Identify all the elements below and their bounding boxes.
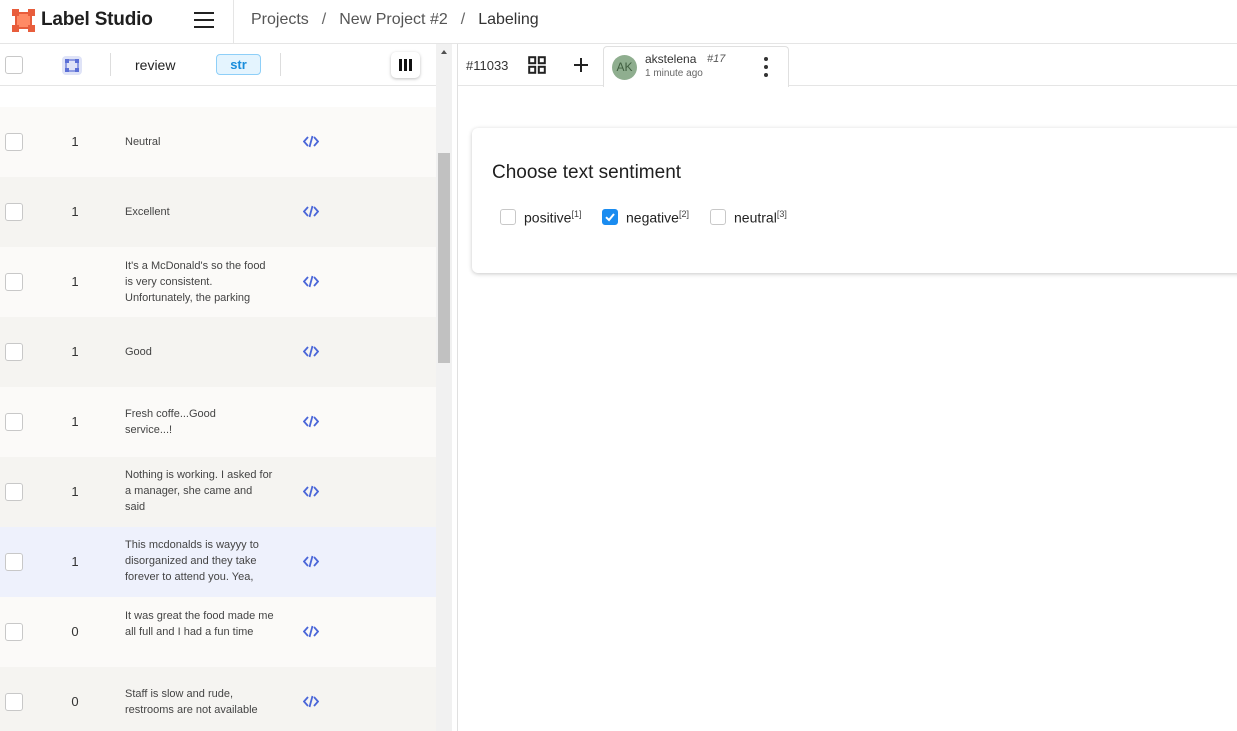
code-icon[interactable] — [303, 275, 319, 288]
top-bar: Label Studio Projects / New Project #2 /… — [0, 0, 1237, 44]
code-icon[interactable] — [303, 345, 319, 358]
labeling-panel: #11033 AK akstelena #17 1 minute ago Cho… — [458, 44, 1237, 731]
row-value: 1 — [71, 204, 79, 219]
table-row[interactable]: 1 Good — [0, 317, 436, 387]
row-checkbox[interactable] — [5, 343, 23, 361]
choice-label: positive[1] — [524, 209, 582, 226]
table-row[interactable]: 0 It was great the food made me all full… — [0, 597, 436, 667]
table-row[interactable]: 1 Neutral — [0, 107, 436, 177]
annotation-column-icon[interactable] — [62, 56, 82, 75]
label-studio-logo-icon — [12, 8, 35, 32]
row-value: 0 — [71, 624, 79, 639]
row-checkbox[interactable] — [5, 203, 23, 221]
row-checkbox[interactable] — [5, 623, 23, 641]
table-row[interactable]: 1 Nothing is working. I asked for a mana… — [0, 457, 436, 527]
choice-checkbox[interactable] — [500, 209, 516, 226]
row-review-text: Neutral — [125, 136, 161, 148]
choice-checkbox[interactable] — [710, 209, 726, 226]
choice-neutral[interactable]: neutral[3] — [710, 209, 787, 226]
code-icon[interactable] — [303, 625, 319, 638]
grid-view-icon[interactable] — [528, 56, 546, 74]
breadcrumb-current: Labeling — [478, 11, 539, 28]
table-header: review str — [0, 44, 436, 86]
add-annotation-icon[interactable] — [572, 56, 590, 74]
task-id: #11033 — [466, 58, 509, 73]
row-checkbox[interactable] — [5, 693, 23, 711]
annotation-user: akstelena — [645, 52, 697, 66]
row-checkbox[interactable] — [5, 413, 23, 431]
row-value: 1 — [71, 484, 79, 499]
column-type-badge: str — [216, 54, 261, 75]
row-value: 1 — [71, 414, 79, 429]
row-checkbox[interactable] — [5, 273, 23, 291]
hotkey-hint: [3] — [776, 209, 787, 219]
choice-negative[interactable]: negative[2] — [602, 209, 689, 226]
row-review-text: This mcdonalds is wayyy to disorganized … — [125, 539, 259, 583]
row-review-text: Excellent — [125, 206, 170, 218]
table-rows: 1 Neutral 1 Excellent 1 It's a McDonald'… — [0, 107, 436, 731]
breadcrumb: Projects / New Project #2 / Labeling — [251, 11, 539, 29]
row-value: 1 — [71, 134, 79, 149]
row-value: 1 — [71, 554, 79, 569]
column-divider — [280, 53, 281, 76]
code-icon[interactable] — [303, 135, 319, 148]
table-row-selected[interactable]: 1 This mcdonalds is wayyy to disorganize… — [0, 527, 436, 597]
choice-checkbox-checked[interactable] — [602, 209, 618, 226]
hotkey-hint: [1] — [571, 209, 582, 219]
row-review-text: Nothing is working. I asked for a manage… — [125, 469, 273, 513]
labeling-toolbar: #11033 AK akstelena #17 1 minute ago — [458, 44, 1237, 87]
table-row[interactable]: 1 It's a McDonald's so the food is very … — [0, 247, 436, 317]
task-table: review str 1 Neutral 1 Excellent 1 It's … — [0, 44, 436, 731]
breadcrumb-project[interactable]: New Project #2 — [339, 11, 448, 29]
code-icon[interactable] — [303, 205, 319, 218]
code-icon[interactable] — [303, 555, 319, 568]
row-value: 1 — [71, 274, 79, 289]
row-value: 0 — [71, 694, 79, 709]
code-icon[interactable] — [303, 485, 319, 498]
annotation-tab[interactable]: AK akstelena #17 1 minute ago — [603, 46, 789, 87]
divider — [233, 0, 234, 44]
app-title: Label Studio — [41, 9, 153, 30]
breadcrumb-separator: / — [321, 11, 327, 28]
more-options-icon[interactable] — [764, 57, 768, 77]
select-all-checkbox[interactable] — [5, 56, 23, 74]
breadcrumb-projects[interactable]: Projects — [251, 11, 309, 29]
columns-toggle-button[interactable] — [391, 52, 420, 78]
table-row[interactable]: 1 Excellent — [0, 177, 436, 247]
code-icon[interactable] — [303, 415, 319, 428]
annotation-time: 1 minute ago — [645, 68, 703, 79]
row-checkbox[interactable] — [5, 553, 23, 571]
labeling-title: Choose text sentiment — [492, 162, 682, 183]
app-logo[interactable]: Label Studio — [12, 8, 153, 32]
scrollbar-thumb[interactable] — [438, 153, 450, 363]
checkmark-icon — [605, 213, 615, 222]
menu-icon[interactable] — [194, 12, 214, 28]
hotkey-hint: [2] — [678, 209, 689, 219]
row-review-text: Staff is slow and rude, restrooms are no… — [125, 688, 258, 716]
row-review-text: Good — [125, 346, 152, 358]
code-icon[interactable] — [303, 695, 319, 708]
choice-label: negative[2] — [626, 209, 689, 226]
scroll-up-icon[interactable] — [441, 50, 447, 54]
row-value: 1 — [71, 344, 79, 359]
row-review-text: It was great the food made me all full a… — [125, 610, 274, 638]
column-header-review[interactable]: review — [135, 57, 175, 73]
row-review-text: It's a McDonald's so the food is very co… — [125, 260, 266, 304]
row-checkbox[interactable] — [5, 483, 23, 501]
table-row[interactable]: 0 Staff is slow and rude, restrooms are … — [0, 667, 436, 731]
column-divider — [110, 53, 111, 76]
choice-label: neutral[3] — [734, 209, 787, 226]
row-checkbox[interactable] — [5, 133, 23, 151]
annotation-number: #17 — [707, 53, 726, 65]
table-scrollbar[interactable] — [436, 44, 452, 731]
labeling-card: Choose text sentiment positive[1] negati… — [472, 128, 1237, 273]
avatar: AK — [612, 55, 637, 80]
breadcrumb-separator: / — [460, 11, 466, 28]
row-review-text: Fresh coffe...Good service...! — [125, 408, 216, 436]
table-row[interactable]: 1 Fresh coffe...Good service...! — [0, 387, 436, 457]
choice-positive[interactable]: positive[1] — [500, 209, 581, 226]
